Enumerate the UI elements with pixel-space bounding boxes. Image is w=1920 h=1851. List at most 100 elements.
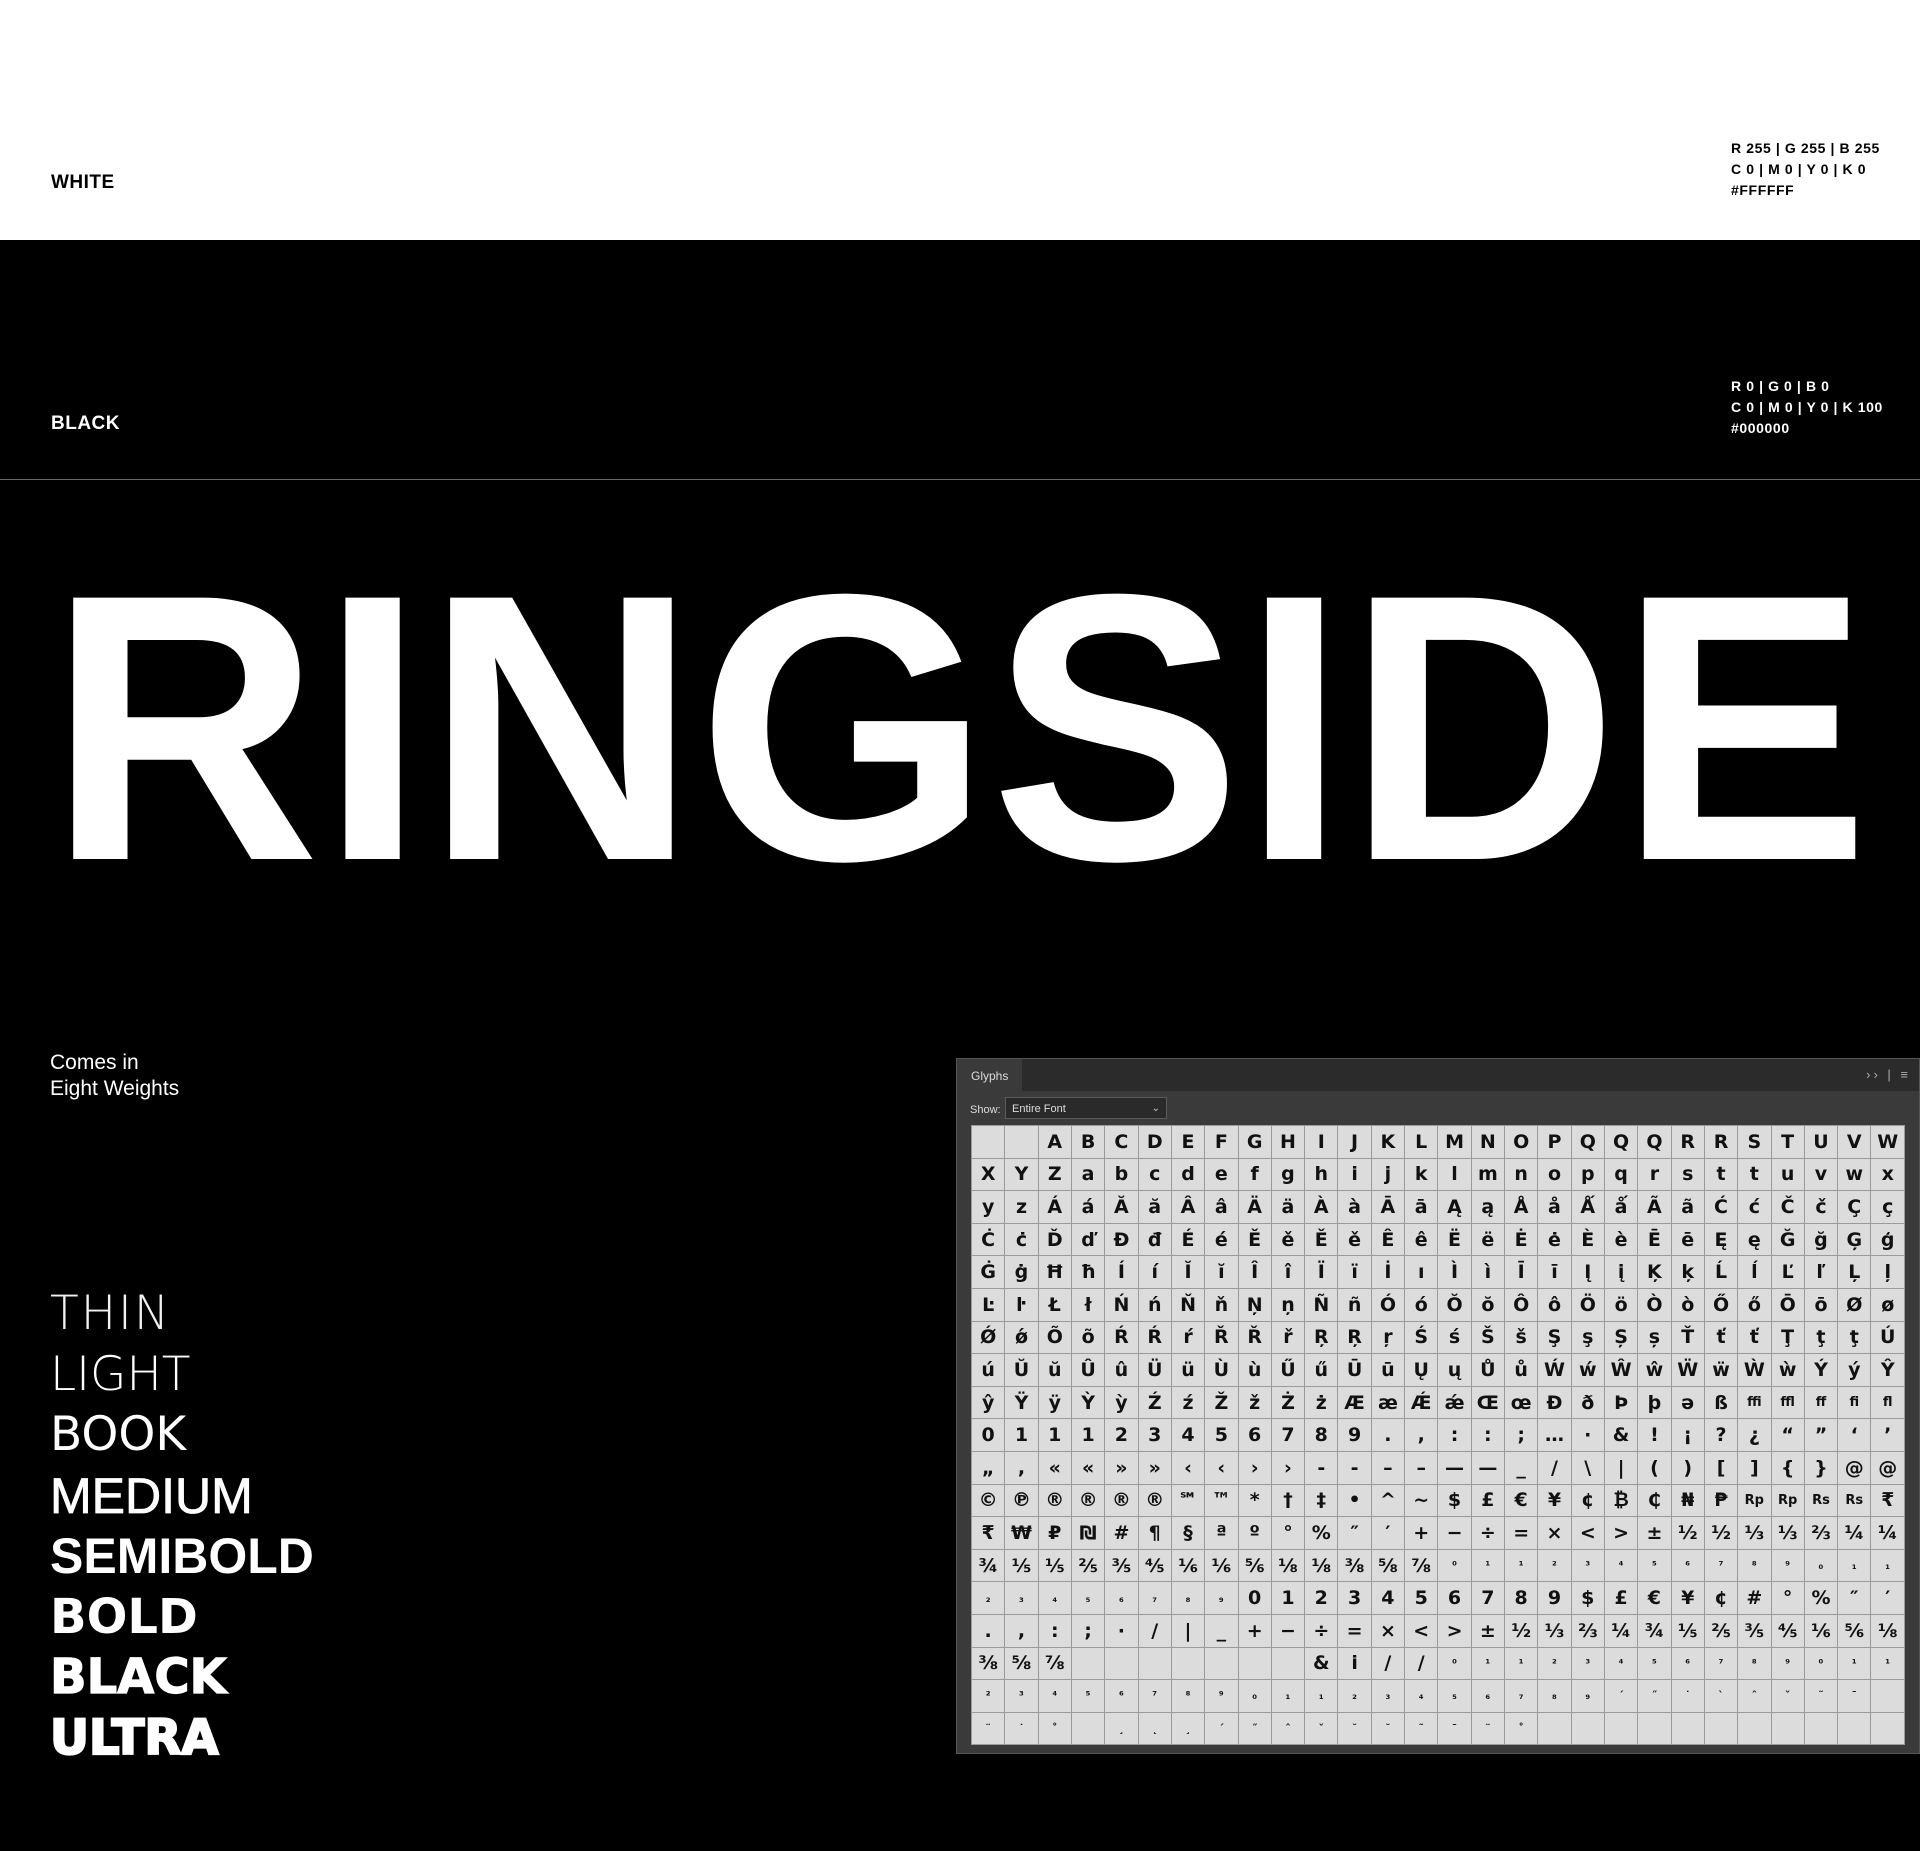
glyph-cell[interactable]: ½ <box>1703 1516 1739 1550</box>
glyph-cell[interactable]: ² <box>1537 1548 1572 1583</box>
glyph-cell[interactable]: ! <box>1637 1418 1672 1452</box>
glyph-cell[interactable]: ° <box>1770 1581 1805 1615</box>
glyph-cell[interactable]: ₱ <box>1703 1483 1739 1518</box>
glyph-cell[interactable]: Ð <box>1537 1385 1572 1420</box>
glyph-cell[interactable]: Ģ <box>1837 1222 1872 1257</box>
glyph-cell[interactable]: ₉ <box>1570 1679 1605 1713</box>
glyph-cell[interactable]: J <box>1337 1125 1372 1159</box>
glyph-cell[interactable]: « <box>1070 1450 1106 1485</box>
glyph-cell[interactable]: Ő <box>1703 1287 1739 1322</box>
glyph-cell[interactable]: ₈ <box>1537 1679 1572 1713</box>
glyph-cell[interactable]: − <box>1437 1516 1472 1550</box>
glyph-cell[interactable]: ˜ <box>1803 1679 1839 1713</box>
glyph-cell[interactable]: * <box>1237 1483 1272 1518</box>
glyph-cell[interactable]: Ŀ <box>970 1287 1006 1322</box>
glyph-cell[interactable]: ₁ <box>1870 1548 1905 1583</box>
glyph-cell[interactable]: « <box>1037 1450 1072 1485</box>
glyph-cell[interactable]: À <box>1304 1190 1339 1224</box>
glyph-cell[interactable]: ¹ <box>1503 1548 1539 1583</box>
glyph-cell[interactable]: ⁹ <box>1770 1548 1805 1583</box>
show-dropdown[interactable]: Entire Font ⌄ <box>1005 1097 1167 1119</box>
glyph-cell[interactable]: ³ <box>1570 1646 1605 1681</box>
glyph-cell[interactable]: ⅖ <box>1703 1613 1739 1648</box>
glyph-cell[interactable]: ₈ <box>1170 1581 1206 1615</box>
glyph-cell[interactable]: ý <box>1837 1353 1872 1387</box>
glyph-cell[interactable]: S <box>1737 1125 1772 1159</box>
glyph-cell[interactable]: İ <box>1370 1255 1406 1289</box>
glyph-cell[interactable]: Í <box>1104 1255 1139 1289</box>
glyph-cell[interactable]: č <box>1803 1190 1839 1224</box>
glyph-cell[interactable]: ť <box>1703 1320 1739 1355</box>
glyph-cell[interactable]: º <box>1237 1516 1272 1550</box>
glyph-cell[interactable]: Ġ <box>970 1255 1006 1289</box>
glyph-cell[interactable]: ⁵ <box>1637 1646 1672 1681</box>
glyph-cell[interactable]: Ï <box>1304 1255 1339 1289</box>
glyph-cell[interactable]: q <box>1603 1157 1639 1192</box>
glyph-cell[interactable]: U <box>1803 1125 1839 1159</box>
glyph-cell[interactable]: Đ <box>1104 1222 1139 1257</box>
glyph-cell[interactable]: @ <box>1837 1450 1872 1485</box>
glyph-cell[interactable]: 9 <box>1337 1418 1372 1452</box>
glyph-cell[interactable]: Rp <box>1770 1483 1805 1518</box>
glyph-cell[interactable]: ₅ <box>1437 1679 1472 1713</box>
glyph-cell[interactable]: Ë <box>1437 1222 1472 1257</box>
glyph-cell[interactable]: ″ <box>1337 1516 1372 1550</box>
glyph-cell[interactable]: ź <box>1170 1385 1206 1420</box>
glyph-cell[interactable]: • <box>1337 1483 1372 1518</box>
glyph-cell[interactable]: ₩ <box>1004 1516 1039 1550</box>
glyph-cell[interactable]: ã <box>1670 1190 1705 1224</box>
glyph-cell[interactable]: § <box>1170 1516 1206 1550</box>
glyph-cell[interactable]: ć <box>1737 1190 1772 1224</box>
glyph-cell[interactable]: g <box>1270 1157 1306 1192</box>
glyph-cell[interactable]: ś <box>1437 1320 1472 1355</box>
glyph-cell[interactable] <box>1770 1711 1805 1746</box>
glyph-cell[interactable]: V <box>1837 1125 1872 1159</box>
glyph-cell[interactable]: Z <box>1037 1157 1072 1192</box>
glyph-cell[interactable]: ¾ <box>1637 1613 1672 1648</box>
glyph-cell[interactable]: D <box>1137 1125 1172 1159</box>
glyph-cell[interactable]: ẅ <box>1703 1353 1739 1387</box>
glyph-cell[interactable]: î <box>1270 1255 1306 1289</box>
glyph-cell[interactable]: Ş <box>1537 1320 1572 1355</box>
glyph-cell[interactable]: ¼ <box>1837 1516 1872 1550</box>
glyph-cell[interactable]: 1 <box>1070 1418 1106 1452</box>
glyph-cell[interactable]: ¹ <box>1470 1548 1506 1583</box>
glyph-cell[interactable]: ′ <box>1370 1516 1406 1550</box>
glyph-cell[interactable]: ₁ <box>1837 1548 1872 1583</box>
glyph-cell[interactable]: o <box>1537 1157 1572 1192</box>
glyph-cell[interactable]: ® <box>1137 1483 1172 1518</box>
glyph-cell[interactable]: í <box>1137 1255 1172 1289</box>
glyph-cell[interactable]: Ù <box>1204 1353 1239 1387</box>
glyph-cell[interactable]: ș <box>1637 1320 1672 1355</box>
glyph-cell[interactable]: … <box>1537 1418 1572 1452</box>
glyph-cell[interactable]: ⅛ <box>1870 1613 1905 1648</box>
glyph-cell[interactable]: t <box>1737 1157 1772 1192</box>
glyph-cell[interactable]: ş <box>1570 1320 1605 1355</box>
glyph-cell[interactable]: ğ <box>1803 1222 1839 1257</box>
glyph-cell[interactable] <box>1004 1125 1039 1159</box>
glyph-cell[interactable]: ň <box>1204 1287 1239 1322</box>
glyph-cell[interactable]: ℠ <box>1170 1483 1206 1518</box>
glyph-cell[interactable]: æ <box>1370 1385 1406 1420</box>
glyph-cell[interactable]: ż <box>1304 1385 1339 1420</box>
glyph-cell[interactable]: ċ <box>1004 1222 1039 1257</box>
glyph-cell[interactable]: e <box>1204 1157 1239 1192</box>
glyph-cell[interactable]: Ē <box>1637 1222 1672 1257</box>
glyph-cell[interactable]: ˚ <box>1037 1711 1072 1746</box>
glyph-cell[interactable]: ⅕ <box>1670 1613 1705 1648</box>
glyph-cell[interactable]: Å <box>1503 1190 1539 1224</box>
glyph-cell[interactable]: Æ <box>1337 1385 1372 1420</box>
glyph-cell[interactable]: ˘ <box>1370 1711 1406 1746</box>
glyph-cell[interactable]: » <box>1104 1450 1139 1485</box>
glyph-cell[interactable]: d <box>1170 1157 1206 1192</box>
glyph-cell[interactable]: Ỳ <box>1070 1385 1106 1420</box>
glyph-cell[interactable]: > <box>1603 1516 1639 1550</box>
glyph-cell[interactable]: ₦ <box>1670 1483 1705 1518</box>
glyph-cell[interactable]: ⅓ <box>1770 1516 1805 1550</box>
glyph-cell[interactable]: R <box>1670 1125 1705 1159</box>
glyph-cell[interactable]: L <box>1404 1125 1439 1159</box>
glyph-cell[interactable]: ˇ <box>1770 1679 1805 1713</box>
glyph-cell[interactable]: ´ <box>1603 1679 1639 1713</box>
glyph-cell[interactable]: ÷ <box>1470 1516 1506 1550</box>
glyph-cell[interactable]: $ <box>1437 1483 1472 1518</box>
